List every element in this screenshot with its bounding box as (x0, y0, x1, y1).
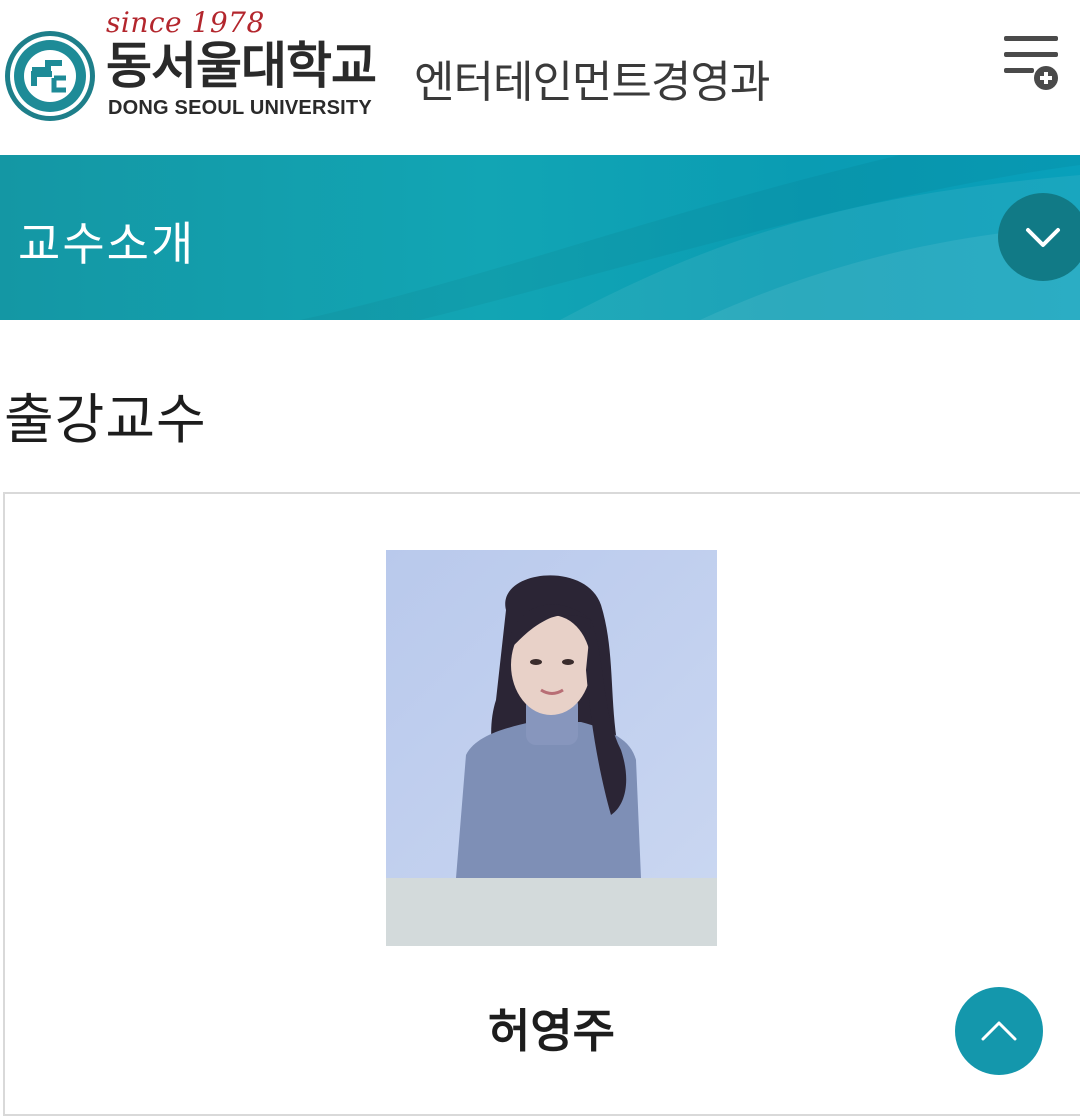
site-header: since 1978 동서울대학교 DONG SEOUL UNIVERSITY … (0, 0, 1080, 155)
since-label: since 1978 (106, 6, 265, 39)
banner-toggle-button[interactable] (998, 193, 1080, 281)
scroll-top-button[interactable] (955, 987, 1043, 1075)
university-emblem-icon[interactable] (4, 30, 96, 122)
section-title: 출강교수 (4, 388, 207, 451)
chevron-up-icon (981, 1021, 1017, 1041)
photo-caption-bar (386, 878, 717, 946)
department-title[interactable]: 엔터테인먼트경영과 (414, 46, 770, 110)
chevron-down-icon (1026, 228, 1060, 247)
university-name-korean[interactable]: 동서울대학교 (106, 36, 377, 96)
professor-name: 허영주 (488, 1004, 615, 1058)
menu-plus-icon[interactable] (1000, 30, 1066, 96)
banner-title: 교수소개 (18, 217, 196, 271)
university-name-english: DONG SEOUL UNIVERSITY (108, 97, 372, 119)
professor-photo (386, 550, 717, 878)
